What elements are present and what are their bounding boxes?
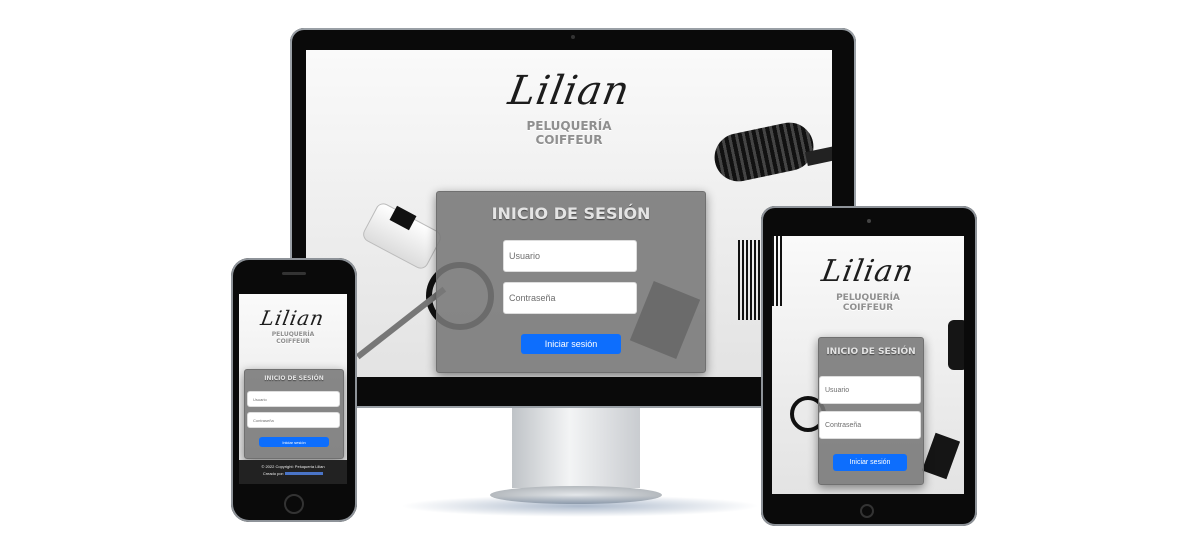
tablet-brand-subtitle-1: PELUQUERÍA — [836, 293, 900, 303]
phone-footer: © 2022 Copyright: Peluquería Lilian Crea… — [239, 460, 347, 484]
monitor-camera — [571, 35, 575, 39]
phone-login-button[interactable]: Iniciar sesión — [259, 437, 329, 447]
scissors-blade-image — [355, 286, 447, 360]
tablet-screen: Lilian PELUQUERÍA COIFFEUR INICIO DE SES… — [772, 236, 964, 494]
tablet-password-input[interactable]: Contraseña — [819, 411, 921, 439]
phone-login-panel: INICIO DE SESIÓN Usuario Contraseña Inic… — [244, 369, 344, 459]
phone-login-title: INICIO DE SESIÓN — [264, 375, 324, 382]
monitor-screen: Lilian PELUQUERÍA COIFFEUR INICIO DE SES… — [306, 50, 832, 377]
phone-speaker — [282, 272, 306, 275]
phone-password-input[interactable]: Contraseña — [247, 412, 340, 428]
phone-footer-credit: Creado por: — [239, 471, 347, 476]
brand-logo: Lilian — [504, 68, 634, 114]
comb-image — [738, 240, 760, 320]
tablet-login-title: INICIO DE SESIÓN — [826, 347, 916, 357]
monitor-stand — [512, 404, 640, 488]
phone-home-button[interactable] — [284, 494, 304, 514]
phone-screen: Lilian PELUQUERÍA COIFFEUR INICIO DE SES… — [239, 294, 347, 484]
username-input[interactable]: Usuario — [503, 240, 637, 272]
tablet-brand-block: Lilian PELUQUERÍA COIFFEUR — [772, 254, 964, 314]
phone-brand-subtitle-2: COIFFEUR — [276, 337, 310, 345]
password-input[interactable]: Contraseña — [503, 282, 637, 314]
tablet-login-panel: INICIO DE SESIÓN Usuario Contraseña Inic… — [818, 337, 924, 485]
tablet-brush-image — [948, 320, 964, 370]
phone-footer-created-by: Creado por: — [262, 471, 284, 476]
login-title: INICIO DE SESIÓN — [491, 204, 651, 223]
phone-brand-block: Lilian PELUQUERÍA COIFFEUR — [239, 306, 347, 346]
login-button[interactable]: Iniciar sesión — [521, 334, 621, 354]
tablet-comb-image — [772, 236, 782, 306]
tablet-login-button[interactable]: Iniciar sesión — [833, 454, 907, 471]
tablet-tint-brush-image — [921, 432, 961, 480]
tablet-camera — [867, 219, 871, 223]
tablet-home-button[interactable] — [860, 504, 874, 518]
tablet-username-input[interactable]: Usuario — [819, 376, 921, 404]
phone-footer-copyright: © 2022 Copyright: Peluquería Lilian — [261, 464, 325, 469]
tablet-brand-logo: Lilian — [818, 254, 918, 289]
tablet-brand-subtitle-2: COIFFEUR — [842, 303, 894, 314]
phone-username-input[interactable]: Usuario — [247, 391, 340, 407]
phone-footer-author-link[interactable] — [285, 472, 324, 476]
phone-brand-logo: Lilian — [259, 306, 327, 330]
login-panel: INICIO DE SESIÓN Usuario Contraseña Inic… — [436, 191, 706, 373]
monitor-shadow — [400, 495, 760, 517]
